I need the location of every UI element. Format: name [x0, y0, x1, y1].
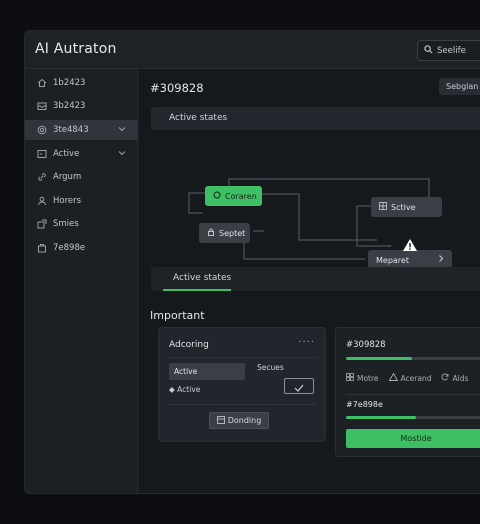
sidebar-item-3[interactable]: 3te4843: [25, 120, 138, 140]
status-label: Motre: [357, 373, 379, 383]
status-icons: Motre Acerand Alds: [346, 372, 480, 384]
search-icon: [424, 44, 433, 57]
page-title: #309828: [150, 81, 204, 95]
sidebar: 1b2423 3b2423 3te4843 Active Argum Horer…: [25, 69, 138, 493]
sidebar-item-8[interactable]: 7e898e: [25, 238, 138, 258]
status-item[interactable]: Acerand: [388, 372, 432, 383]
graph-node-middle[interactable]: Septet: [199, 223, 250, 243]
tab-bar: Active states: [151, 267, 480, 291]
graph-node-start[interactable]: Coraren: [205, 186, 262, 206]
app-window: AI Autraton Seelife 1b2423 3b2423 3te484…: [24, 30, 480, 494]
card-title: #309828: [346, 340, 386, 350]
target-icon: [37, 125, 47, 135]
button-label: Donding: [227, 416, 262, 425]
graph-node-active[interactable]: Sctive: [371, 197, 442, 217]
progress-fill: [346, 416, 416, 419]
sidebar-item-label: 3te4843: [53, 125, 89, 135]
edge-start-middle: [188, 192, 205, 214]
sidebar-item-5[interactable]: Argum: [25, 167, 138, 187]
warning-icon: [402, 237, 418, 256]
warning-icon: [388, 372, 398, 383]
node-label: Septet: [219, 228, 246, 238]
refresh-icon: [441, 373, 449, 383]
checkbox[interactable]: [284, 378, 314, 394]
sidebar-item-4[interactable]: Active: [25, 144, 138, 164]
list-item[interactable]: ◆ Active: [169, 385, 200, 394]
search-button[interactable]: Seelife: [417, 40, 480, 61]
inbox-icon: [37, 101, 47, 111]
sidebar-item-label: 3b2423: [53, 101, 86, 111]
divider: [169, 404, 317, 405]
lock-icon: [207, 228, 215, 238]
more-icon[interactable]: ····: [298, 337, 315, 348]
status-item[interactable]: Alds: [441, 373, 468, 383]
sidebar-item-label: 1b2423: [53, 78, 86, 88]
sidebar-item-7[interactable]: Smies: [25, 214, 138, 234]
mostide-button[interactable]: Mostide: [346, 429, 480, 448]
sidebar-item-6[interactable]: Horers: [25, 191, 138, 211]
progress-fill: [346, 357, 412, 360]
title-bar: AI Autraton Seelife: [25, 31, 480, 69]
sidebar-item-label: Active: [53, 149, 80, 159]
node-label: Sctive: [391, 202, 416, 212]
header-chip[interactable]: Sebglan: [439, 78, 480, 95]
node-label: Meparet: [376, 255, 409, 265]
main-content: #309828 Sebglan Active states Coraren Se…: [139, 69, 480, 493]
workflow-graph: Coraren Septet Sctive Meparet: [139, 135, 480, 270]
chevron-right-icon: [437, 254, 445, 265]
progress-bar: [346, 357, 480, 360]
sidebar-item-2[interactable]: 3b2423: [25, 96, 138, 116]
bag-icon: [37, 243, 47, 253]
home-icon: [37, 78, 47, 88]
app-title: AI Autraton: [35, 41, 117, 57]
card-secondary-label: Secues: [257, 363, 284, 372]
card-title: Adcoring: [169, 340, 209, 350]
search-label: Seelife: [437, 45, 466, 56]
sidebar-item-label: Horers: [53, 196, 82, 206]
link-icon: [37, 172, 47, 182]
progress-bar: [346, 416, 480, 419]
divider: [346, 394, 480, 395]
sidebar-item-label: Smies: [53, 219, 79, 229]
divider: [169, 357, 317, 358]
chevron-down-icon: [118, 125, 126, 136]
status-card: #309828 Motre Acerand Alds #7e898e Mosti…: [335, 327, 480, 457]
bot-icon: [213, 191, 221, 201]
tab-active-states[interactable]: Active states: [173, 273, 231, 283]
selected-option[interactable]: Active: [169, 363, 245, 380]
status-item[interactable]: Motre: [346, 373, 379, 383]
section-title: Important: [150, 309, 205, 322]
sidebar-item-label: 7e898e: [53, 243, 86, 253]
card-subtitle: #7e898e: [346, 400, 383, 409]
donding-button[interactable]: Donding: [209, 412, 269, 429]
sidebar-item-1[interactable]: 1b2423: [25, 73, 138, 93]
edge-start-end: [260, 193, 377, 241]
diamond-icon: ◆: [169, 385, 175, 394]
status-label: Alds: [452, 373, 469, 383]
check-icon: [294, 377, 304, 396]
edge-middle-end: [243, 233, 365, 260]
list-item-label: Active: [177, 385, 201, 394]
arrow-head: [389, 245, 392, 247]
arrow-head: [371, 239, 374, 241]
grid-icon: [346, 373, 354, 383]
settings-card: Adcoring ···· Active Secues ◆ Active Don…: [158, 327, 326, 442]
share-icon: [37, 219, 47, 229]
grid-icon: [216, 415, 225, 426]
tab-indicator: [163, 289, 231, 291]
chevron-down-icon: [118, 149, 126, 160]
grid-icon: [379, 202, 387, 212]
panel-header: Active states: [151, 107, 480, 130]
square-icon: [37, 149, 47, 159]
user-icon: [37, 196, 47, 206]
sidebar-item-label: Argum: [53, 172, 82, 182]
node-label: Coraren: [225, 191, 257, 201]
status-label: Acerand: [400, 373, 432, 383]
